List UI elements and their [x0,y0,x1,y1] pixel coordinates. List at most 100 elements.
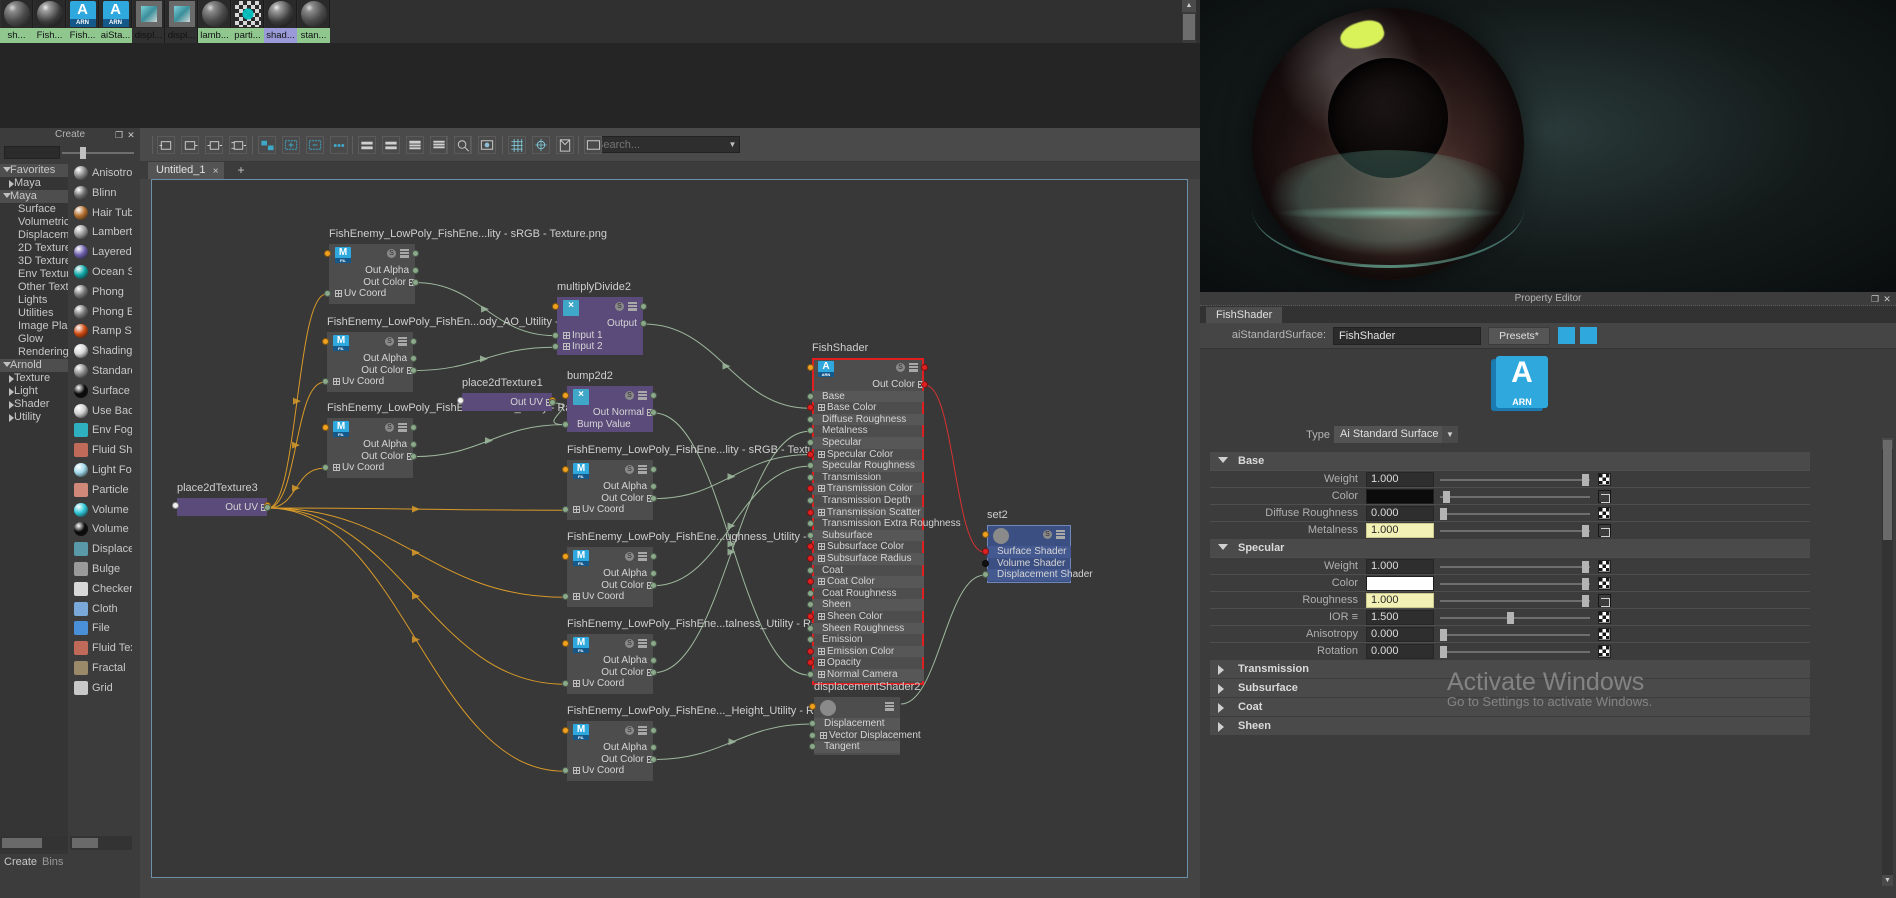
material-list-item[interactable]: Use Background [70,402,132,422]
node-menu-icon[interactable] [638,391,647,400]
expand-plus-icon[interactable] [573,680,580,688]
focus-icon[interactable] [1558,327,1575,344]
port-out-output[interactable] [640,320,647,327]
attr-slider[interactable] [1440,634,1590,636]
expand-plus-icon[interactable] [563,331,570,339]
node-menu-icon[interactable] [909,363,918,372]
tree-item[interactable]: Arnold [0,359,68,372]
slider-knob[interactable] [1582,561,1589,573]
attr-value[interactable]: 1.000 [1366,559,1434,574]
material-list-item[interactable]: Standard Surface [70,362,132,382]
port-out-out-uv[interactable] [549,399,556,406]
expand-plus-icon[interactable] [818,450,825,458]
chevron-down-icon[interactable] [1218,457,1228,463]
node-graph-canvas[interactable]: FishEnemy_LowPoly_FishEne...lity - sRGB … [151,179,1188,878]
tree-item[interactable]: Lights [0,294,68,307]
tree-item[interactable]: Image Plane [0,320,68,333]
material-list-item[interactable]: Env Fog [70,421,132,441]
port-in-surface-shader[interactable] [982,548,989,555]
port-out-out-color[interactable] [921,381,928,388]
map-button-icon[interactable] [1598,628,1611,641]
tree-item[interactable]: 2D Texture [0,242,68,255]
expand-plus-icon[interactable] [573,767,580,775]
node-input-port[interactable] [562,640,569,647]
attr-color[interactable]: Color [1210,487,1810,505]
node-swatch-toggle[interactable]: S [387,249,396,258]
material-swatch[interactable]: Fish... [33,0,66,43]
color-swatch[interactable] [1366,489,1434,504]
undock-icon[interactable]: ❐ [1870,294,1880,304]
search-chevron-down-icon[interactable]: ▼ [726,136,739,153]
material-list-item[interactable]: Lambert [70,223,132,243]
attr-slider[interactable] [1440,479,1590,481]
graph-toolbar[interactable]: ▼ [140,128,1200,162]
attr-value[interactable]: 1.000 [1366,472,1434,487]
expand-plus-icon[interactable] [818,404,825,412]
port-out-out-alpha[interactable] [650,744,657,751]
create-search-input[interactable] [4,146,60,159]
material-list-item[interactable]: Phong E [70,303,132,323]
expand-plus-icon[interactable] [333,464,340,472]
tree-item[interactable]: Utility [0,411,68,424]
node-output-port[interactable] [650,466,657,473]
node-output-port[interactable] [412,250,419,257]
tab-fishshader[interactable]: FishShader [1206,307,1283,323]
node-input-port[interactable] [562,466,569,473]
hscroll-thumb[interactable] [72,838,98,848]
expand-plus-icon[interactable] [818,485,825,493]
port-in-sheen-roughness[interactable] [807,624,814,632]
node-swatch-toggle[interactable]: S [896,363,905,372]
attr-metalness[interactable]: Metalness 1.000 [1210,521,1810,539]
expand-plus-icon[interactable] [573,506,580,514]
node-swatch-toggle[interactable]: S [625,552,634,561]
tree-item[interactable]: Shader [0,398,68,411]
material-list-item[interactable]: Checker [70,580,132,600]
show-output-connections-icon[interactable] [181,136,199,154]
scrollbar-thumb[interactable] [1183,14,1195,40]
node-menu-icon[interactable] [628,302,637,311]
map-button-icon[interactable] [1598,507,1611,520]
port-in-emission-color[interactable] [807,647,814,655]
node-input-port[interactable] [457,397,464,404]
node-swatch-toggle[interactable]: S [625,465,634,474]
node-input-port[interactable] [324,250,331,257]
attr-value[interactable]: 0.000 [1366,627,1434,642]
attr-rotation[interactable]: Rotation 0.000 [1210,642,1810,660]
node-output-port[interactable] [921,364,928,371]
property-editor-tabstrip[interactable]: FishShader [1200,306,1896,323]
bookmark-view-icon[interactable] [556,136,574,154]
add-selected-nodes-icon[interactable] [282,136,300,154]
node-swatch-toggle[interactable]: S [385,423,394,432]
tab-close-icon[interactable]: × [213,163,219,180]
copy-tab-icon[interactable] [1580,327,1597,344]
material-swatch[interactable]: displ... [165,0,198,43]
port-in-coat[interactable] [807,566,814,574]
port-out-out-color[interactable] [650,581,657,589]
map-button-icon[interactable] [1598,577,1611,590]
material-swatch[interactable]: A ARN Fish... [66,0,99,43]
expand-plus-icon[interactable] [818,543,825,551]
attr-value[interactable]: 1.000 [1366,523,1434,538]
tree-item[interactable]: Surface [0,203,68,216]
material-list-item[interactable]: Volume Shader [70,520,132,540]
attr-weight[interactable]: Weight 1.000 [1210,557,1810,575]
tab-untitled-1[interactable]: Untitled_1 × [148,162,224,179]
snap-to-grid-icon[interactable] [532,136,550,154]
port-in-transmission[interactable] [807,473,814,481]
expand-plus-icon[interactable] [563,343,570,351]
expand-plus-icon[interactable] [573,593,580,601]
list-hscrollbar[interactable] [70,836,132,850]
port-out-out-color[interactable] [650,494,657,502]
port-in-vector-displacement[interactable] [809,731,816,739]
port-in-input-1[interactable] [552,331,559,339]
port-in-transmission-depth[interactable] [807,497,814,504]
node-menu-icon[interactable] [638,726,647,735]
node-output-port[interactable] [650,640,657,647]
port-in-transmission-scatter[interactable] [807,508,814,516]
map-button-icon[interactable] [1598,645,1611,658]
port-out-out-normal[interactable] [650,409,657,416]
node-menu-icon[interactable] [885,702,894,711]
create-category-tree[interactable]: Favorites Maya Maya Surface Volumetric Displa… [0,164,68,854]
material-list-item[interactable]: Shading Map [70,342,132,362]
add-tab-icon[interactable]: + [233,162,249,179]
